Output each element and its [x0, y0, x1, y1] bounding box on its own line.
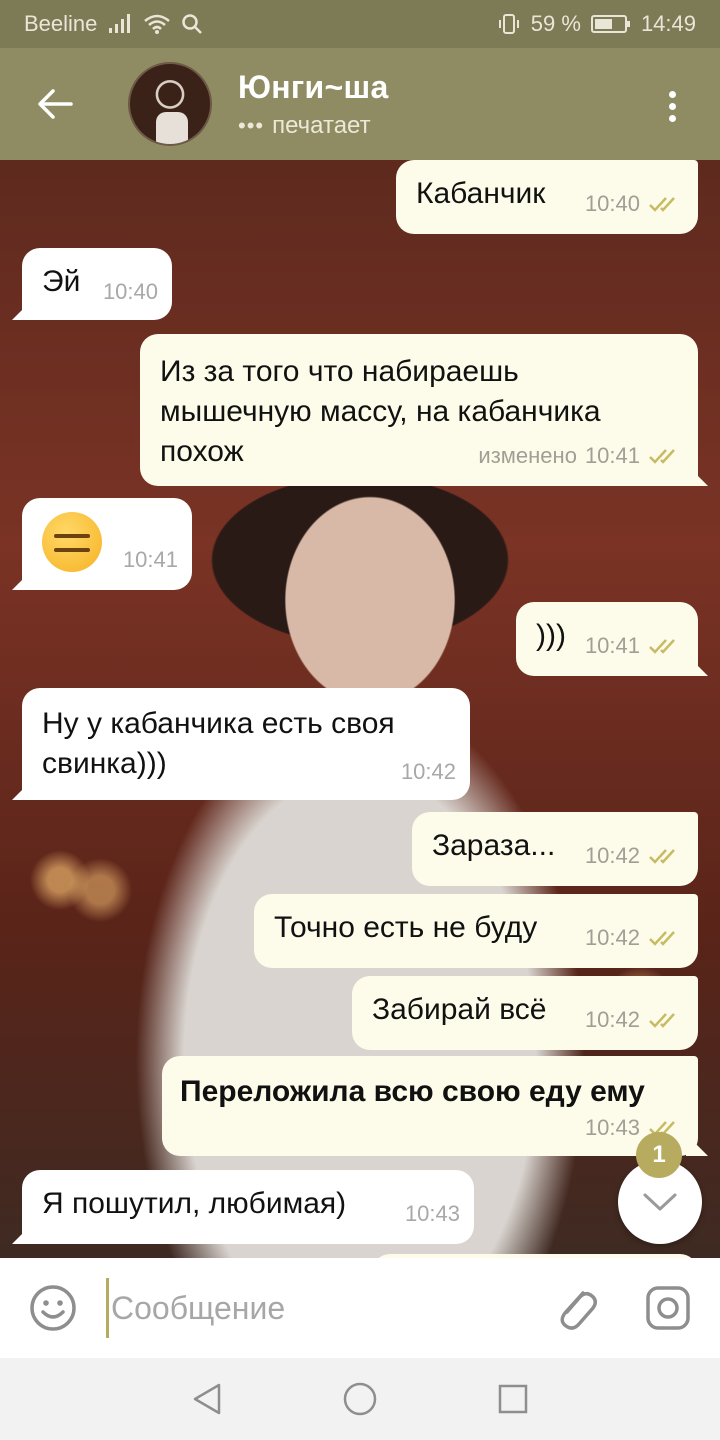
paperclip-icon — [560, 1291, 597, 1330]
message-outgoing[interactable]: Точно есть не буду 10:42 — [254, 894, 698, 968]
square-recents-icon — [498, 1384, 528, 1414]
clock: 14:49 — [640, 11, 696, 36]
message-incoming[interactable]: Я пошутил, любимая) 10:43 — [12, 1170, 474, 1244]
more-dot-icon — [668, 114, 676, 122]
message-outgoing[interactable]: Зараза... 10:42 — [412, 812, 698, 886]
message-text: Забирай всё — [372, 993, 547, 1026]
carrier-label: Beeline — [24, 11, 98, 36]
message-time: 10:41 — [584, 633, 640, 658]
expressionless-face-icon — [42, 512, 102, 572]
edited-label: изменено — [478, 443, 577, 468]
system-nav-bar — [0, 1358, 720, 1440]
more-options-button[interactable] — [652, 86, 692, 126]
message-time: 10:42 — [584, 843, 640, 868]
chat-area[interactable]: Кабанчик 10:40 Эй 10:40 Из за того что н… — [0, 160, 720, 1258]
back-arrow-icon — [38, 89, 73, 119]
wifi-icon — [144, 14, 171, 34]
message-incoming[interactable]: Ну у кабанчика есть своя свинка))) 10:42 — [12, 688, 470, 800]
message-text: Эй — [42, 265, 81, 298]
contact-avatar[interactable] — [128, 62, 212, 146]
message-text: Кабанчик — [416, 177, 546, 210]
more-dot-icon — [668, 102, 676, 110]
message-outgoing[interactable]: ))) 10:41 — [516, 602, 708, 676]
nav-home-button[interactable] — [339, 1378, 381, 1420]
smiley-icon — [30, 1285, 76, 1331]
message-time: 10:41 — [584, 443, 640, 468]
read-checks-icon — [649, 849, 675, 864]
message-outgoing[interactable]: Переложила всю свою еду ему 10:43 — [162, 1056, 708, 1156]
back-button[interactable] — [0, 48, 110, 160]
message-text: Ну у кабанчика есть своя свинка))) — [42, 707, 395, 780]
contact-title[interactable]: Юнги~ша ••• печатает — [238, 69, 389, 140]
message-text: Зараза... — [432, 829, 556, 862]
message-time: 10:43 — [404, 1201, 460, 1226]
read-checks-icon — [649, 197, 675, 212]
chevron-down-icon — [643, 1193, 677, 1211]
read-checks-icon — [649, 639, 675, 654]
attach-button[interactable] — [548, 1280, 604, 1336]
read-checks-icon — [649, 449, 675, 464]
message-outgoing[interactable]: Из за того что набираешь мышечную массу,… — [140, 334, 708, 486]
read-checks-icon — [649, 931, 675, 946]
message-time: 10:43 — [584, 1115, 640, 1140]
message-time: 10:42 — [584, 925, 640, 950]
unread-badge: 1 — [636, 1132, 682, 1178]
message-composer — [0, 1258, 720, 1358]
camera-button[interactable] — [640, 1280, 696, 1336]
message-outgoing[interactable]: Забирай всё 10:42 — [352, 976, 698, 1050]
more-dot-icon — [668, 90, 676, 98]
typing-dots-icon: ••• — [238, 112, 265, 138]
camera-icon — [646, 1286, 690, 1330]
search-icon — [182, 14, 203, 34]
message-outgoing[interactable]: Кабанчик 10:40 — [396, 160, 698, 234]
message-text: Я пошутил, любимая) — [42, 1187, 347, 1220]
message-time: 10:42 — [400, 759, 456, 784]
signal-icon — [109, 14, 131, 33]
message-incoming[interactable]: 10:41 — [12, 498, 192, 590]
nav-back-button[interactable] — [186, 1378, 228, 1420]
message-input[interactable] — [106, 1278, 526, 1338]
status-bar: Beeline 59 % 14:49 — [0, 0, 720, 48]
chat-header: Юнги~ша ••• печатает — [0, 48, 720, 160]
message-text: Переложила всю свою еду ему — [180, 1075, 645, 1108]
nav-recents-button[interactable] — [492, 1378, 534, 1420]
vibrate-icon — [498, 14, 519, 34]
triangle-back-icon — [193, 1383, 221, 1415]
typing-status: печатает — [272, 111, 371, 139]
message-text: Точно есть не буду — [274, 911, 538, 944]
circle-home-icon — [343, 1382, 377, 1416]
read-checks-icon — [649, 1013, 675, 1028]
emoji-button[interactable] — [0, 1258, 106, 1358]
battery-percent: 59 % — [530, 11, 581, 36]
message-time: 10:40 — [584, 191, 640, 216]
message-time: 10:40 — [102, 279, 158, 304]
message-incoming[interactable]: Эй 10:40 — [12, 248, 172, 320]
message-time: 10:42 — [584, 1007, 640, 1032]
message-text: ))) — [536, 619, 566, 652]
message-time: 10:41 — [122, 547, 178, 572]
battery-icon — [590, 15, 630, 33]
contact-name: Юнги~ша — [238, 68, 389, 105]
